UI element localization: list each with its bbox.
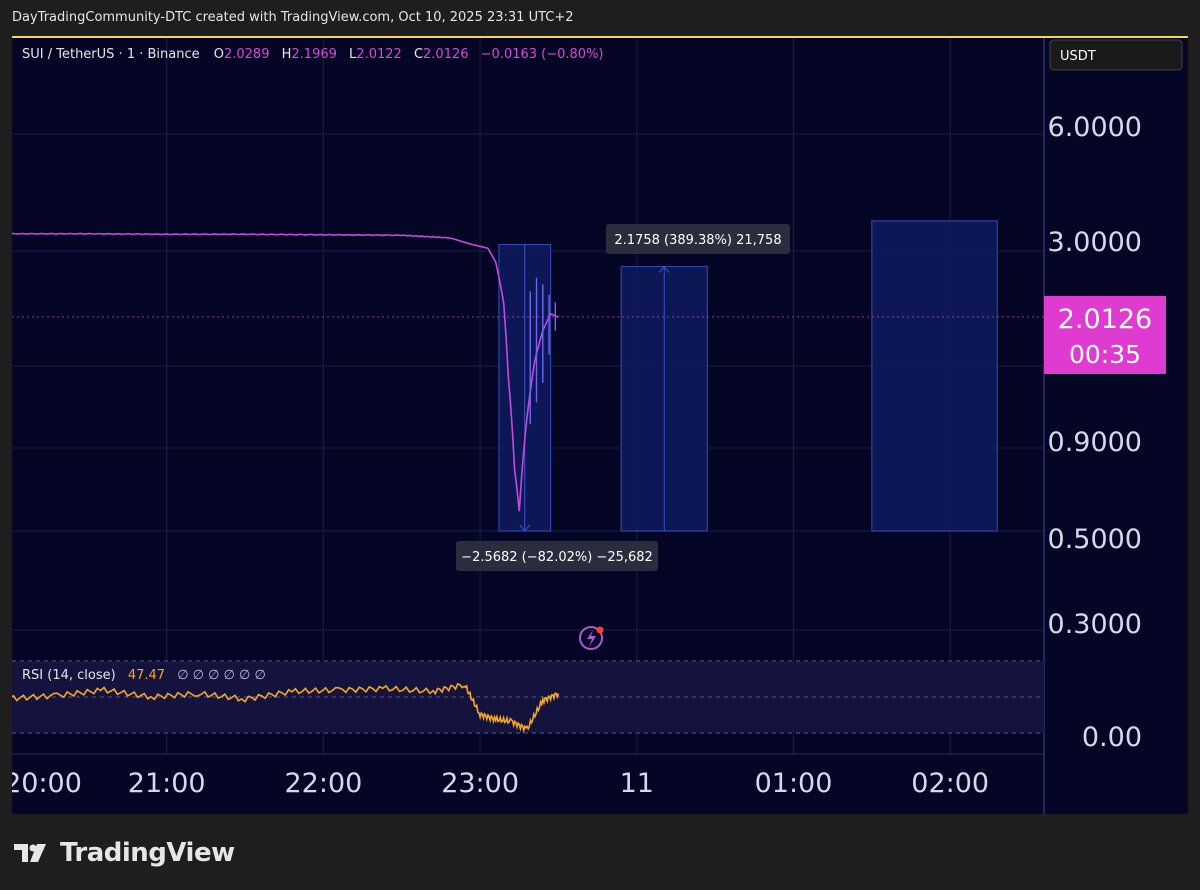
measure-up-label: 2.1758 (389.38%) 21,758 bbox=[606, 224, 790, 254]
svg-text:2.0126: 2.0126 bbox=[1058, 304, 1152, 335]
symbol-legend: SUI / TetherUS · 1 · Binance O2.0289 H2.… bbox=[22, 47, 604, 62]
time-axis[interactable]: 20:00 21:00 22:00 23:00 11 01:00 02:00 bbox=[12, 768, 989, 799]
svg-text:RSI (14, close) 47.47: RSI (14, close) 47.47 ∅ ∅ ∅ ∅ ∅ ∅ bbox=[22, 668, 266, 683]
time-tick-label: 01:00 bbox=[755, 768, 833, 799]
price-tick-label: 0.00 bbox=[1082, 722, 1142, 753]
measure-down-label: −2.5682 (−82.02%) −25,682 bbox=[456, 541, 658, 571]
measure-tools bbox=[498, 220, 998, 532]
tradingview-footer: TradingView bbox=[14, 836, 235, 870]
price-axis[interactable]: 6.0000 3.0000 0.9000 0.5000 0.3000 0.00 bbox=[1048, 112, 1142, 753]
price-chart[interactable]: SUI / TetherUS · 1 · Binance O2.0289 H2.… bbox=[12, 38, 1188, 814]
price-tick-label: 0.9000 bbox=[1048, 427, 1142, 458]
price-tick-label: 0.5000 bbox=[1048, 524, 1142, 555]
price-tag: 2.0126 00:35 bbox=[1044, 296, 1166, 374]
rsi-legend: RSI (14, close) 47.47 ∅ ∅ ∅ ∅ ∅ ∅ bbox=[22, 668, 266, 683]
price-tick-label: 3.0000 bbox=[1048, 227, 1142, 258]
chart-attribution: DayTradingCommunity-DTC created with Tra… bbox=[12, 10, 574, 25]
time-tick-label: 11 bbox=[620, 768, 654, 799]
measure-box-2 bbox=[871, 220, 998, 532]
svg-text:SUI / TetherUS · 1 · Binance: SUI / TetherUS · 1 · Binance O2.0289 H2.… bbox=[22, 47, 604, 62]
price-line bbox=[12, 232, 559, 512]
currency-button[interactable]: USDT bbox=[1049, 39, 1183, 71]
price-tick-label: 0.3000 bbox=[1048, 609, 1142, 640]
svg-text:−2.5682 (−82.02%) −25,682: −2.5682 (−82.02%) −25,682 bbox=[461, 550, 653, 565]
tradingview-logo-icon bbox=[14, 844, 46, 862]
tradingview-brand: TradingView bbox=[60, 838, 235, 868]
time-tick-label: 02:00 bbox=[911, 768, 989, 799]
time-tick-label: 21:00 bbox=[128, 768, 206, 799]
time-tick-label: 23:00 bbox=[441, 768, 519, 799]
symbol-label: SUI / TetherUS · 1 · Binance bbox=[22, 47, 200, 62]
svg-text:USDT: USDT bbox=[1060, 49, 1096, 64]
time-tick-label: 20:00 bbox=[12, 768, 82, 799]
svg-text:00:35: 00:35 bbox=[1069, 340, 1141, 369]
price-tick-label: 6.0000 bbox=[1048, 112, 1142, 143]
time-tick-label: 22:00 bbox=[284, 768, 362, 799]
svg-text:2.1758 (389.38%) 21,758: 2.1758 (389.38%) 21,758 bbox=[614, 233, 781, 248]
